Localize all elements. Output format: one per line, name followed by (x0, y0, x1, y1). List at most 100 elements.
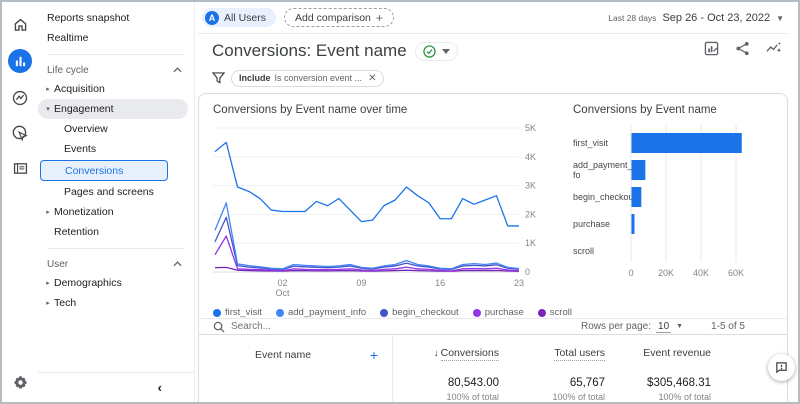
customize-report-icon[interactable] (704, 41, 719, 61)
ga4-window: Reports snapshot Realtime Life cycle ▸ A… (0, 0, 800, 404)
chevron-down-icon[interactable]: ▼ (676, 323, 683, 330)
conversions-pct: 100% of total (446, 392, 499, 402)
filter-bar: Include Is conversion event ... ✕ (198, 66, 788, 90)
svg-text:09: 09 (356, 278, 366, 288)
legend-dot (380, 308, 389, 317)
share-icon[interactable] (735, 41, 750, 61)
reports-icon[interactable] (8, 49, 32, 73)
svg-text:2K: 2K (525, 209, 536, 219)
sidebar-item-retention[interactable]: Retention (38, 222, 194, 242)
configure-icon[interactable] (10, 158, 30, 178)
add-column-button[interactable]: + (370, 347, 378, 363)
svg-text:16: 16 (435, 278, 445, 288)
conversion-badge-dropdown[interactable] (414, 41, 458, 61)
line-chart-panel: Conversions by Event name over time 0 1K 2… (199, 94, 572, 318)
column-header-event-revenue[interactable]: Event revenue (643, 347, 711, 359)
check-circle-icon (422, 44, 436, 58)
expand-arrow-icon: ▸ (46, 300, 50, 307)
column-header-conversions[interactable]: Conversions (440, 347, 499, 361)
chevron-up-icon (173, 65, 182, 76)
main-content: A All Users Add comparison + Last 28 day… (195, 2, 798, 402)
sidebar-item-pages-and-screens[interactable]: Pages and screens (38, 182, 194, 202)
event-revenue-pct: 100% of total (658, 392, 711, 402)
chevron-down-icon: ▼ (776, 13, 784, 23)
table-toolbar: Rows per page: 10 ▼ 1-5 of 5 (199, 319, 787, 335)
date-range-selector[interactable]: Last 28 days Sep 26 - Oct 23, 2022 ▼ (608, 12, 788, 24)
svg-text:begin_checkout: begin_checkout (573, 192, 637, 202)
add-comparison-button[interactable]: Add comparison + (284, 8, 394, 27)
divider (47, 248, 185, 249)
close-icon[interactable]: ✕ (368, 73, 376, 84)
metric-columns: ↓ Conversions 80,543.00 100% of total Tot… (393, 335, 787, 402)
filter-funnel-icon[interactable] (212, 72, 225, 84)
bar-chart-title: Conversions by Event name (573, 104, 717, 116)
segment-chip-all-users[interactable]: A All Users (202, 8, 277, 27)
sort-desc-icon[interactable]: ↓ (434, 348, 439, 359)
legend-item-add_payment_info[interactable]: add_payment_info (275, 307, 366, 318)
svg-text:5K: 5K (525, 123, 536, 133)
sidebar-item-overview[interactable]: Overview (38, 119, 194, 139)
legend-dot (537, 308, 546, 317)
admin-settings-icon[interactable] (10, 372, 30, 392)
svg-text:purchase: purchase (573, 219, 610, 229)
legend-dot (472, 308, 481, 317)
legend-item-purchase[interactable]: purchase (472, 307, 524, 318)
svg-text:3K: 3K (525, 181, 536, 191)
collapse-arrow-icon: ▾ (46, 106, 50, 113)
report-header: Conversions: Event name (198, 37, 788, 65)
column-header-total-users[interactable]: Total users (554, 347, 605, 361)
sidebar-item-monetization[interactable]: ▸ Monetization (38, 202, 194, 222)
chart-legend: first_visit add_payment_info begin_checkou… (213, 307, 572, 318)
home-icon[interactable] (10, 14, 30, 34)
explore-icon[interactable] (10, 88, 30, 108)
event-revenue-total: $305,468.31 (647, 377, 711, 389)
advertising-icon[interactable] (10, 123, 30, 143)
plus-icon: + (375, 10, 383, 25)
svg-text:02: 02 (278, 278, 288, 288)
chevron-up-icon (173, 259, 182, 270)
conversions-total: 80,543.00 (447, 377, 499, 389)
expand-arrow-icon: ▸ (46, 86, 50, 93)
rows-per-page-select[interactable]: 10 (656, 321, 672, 333)
legend-dot (213, 308, 221, 317)
svg-text:fo: fo (573, 170, 581, 180)
sidebar-item-engagement[interactable]: ▾ Engagement (38, 99, 188, 119)
sidebar-item-acquisition[interactable]: ▸ Acquisition (38, 79, 194, 99)
segment-avatar: A (205, 10, 219, 25)
expand-arrow-icon: ▸ (46, 280, 50, 287)
svg-text:scroll: scroll (573, 246, 594, 256)
legend-item-begin_checkout[interactable]: begin_checkout (380, 307, 459, 318)
sidebar-item-tech[interactable]: ▸ Tech (38, 293, 194, 313)
svg-text:4K: 4K (525, 152, 536, 162)
sidebar-item-reports-snapshot[interactable]: Reports snapshot (38, 8, 194, 28)
bar-chart-panel: Conversions by Event name 0 20K 40K 60K firs… (561, 94, 787, 318)
feedback-button[interactable] (768, 354, 795, 381)
sidebar-item-events[interactable]: Events (38, 139, 194, 159)
total-users-column: Total users 65,767 100% of total (499, 347, 605, 402)
rows-per-page: Rows per page: 10 ▼ (580, 320, 684, 333)
svg-text:40K: 40K (693, 268, 709, 278)
sidebar-item-realtime[interactable]: Realtime (38, 28, 194, 48)
sidebar-item-conversions[interactable]: Conversions (40, 160, 168, 181)
total-users-total: 65,767 (569, 377, 605, 389)
column-header-event-name[interactable]: Event name (255, 349, 311, 361)
event-revenue-column: Event revenue $305,468.31 100% of total (605, 347, 711, 402)
total-users-pct: 100% of total (552, 392, 605, 402)
section-life-cycle[interactable]: Life cycle (38, 61, 194, 79)
section-user[interactable]: User (38, 255, 194, 273)
line-chart: 0 1K 2K 3K 4K 5K 02Oct 09 16 23 (213, 123, 536, 298)
bar-chart: 0 20K 40K 60K first_visit add_payment_info beg… (573, 124, 744, 278)
svg-text:60K: 60K (728, 268, 744, 278)
sidebar-item-demographics[interactable]: ▸ Demographics (38, 273, 194, 293)
search-input[interactable] (231, 321, 411, 332)
dimension-column: Event name + (199, 335, 393, 402)
pagination-range: 1-5 of 5 (711, 321, 745, 332)
filter-chip-include-conversion[interactable]: Include Is conversion event ... ✕ (231, 69, 385, 87)
search-icon (213, 321, 225, 333)
insights-icon[interactable] (766, 41, 782, 61)
comparison-bar: A All Users Add comparison + Last 28 day… (198, 2, 788, 34)
collapse-sidebar-button[interactable]: ‹ (158, 380, 162, 395)
legend-item-first_visit[interactable]: first_visit (213, 307, 262, 318)
svg-text:Oct: Oct (276, 288, 291, 298)
expand-arrow-icon: ▸ (46, 209, 50, 216)
